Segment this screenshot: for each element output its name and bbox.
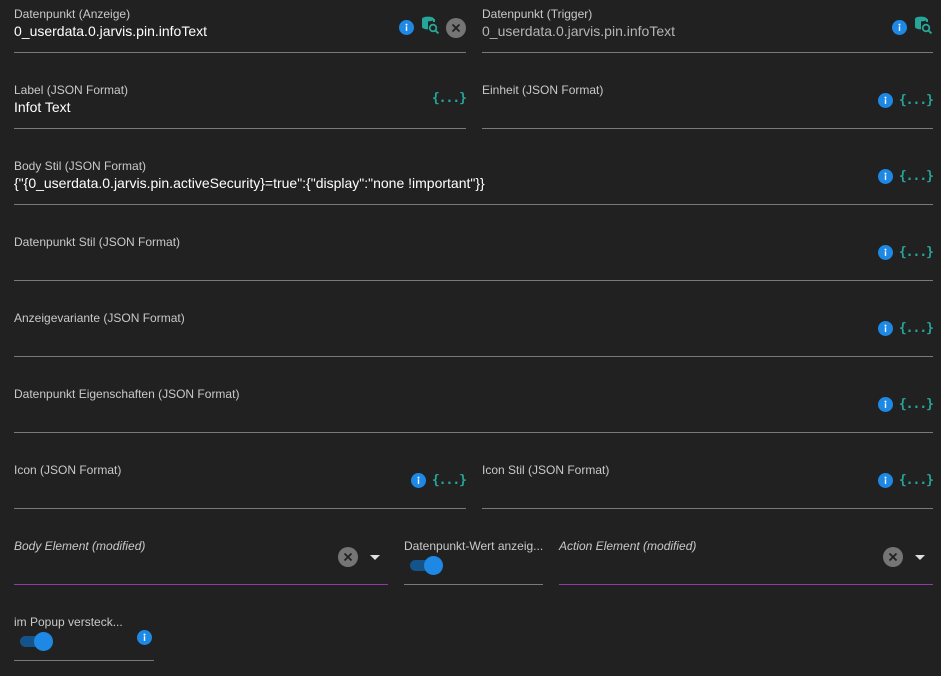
json-editor-icon[interactable]: {...} — [899, 473, 934, 488]
database-search-icon[interactable] — [913, 15, 933, 40]
icon-style-label: Icon Stil (JSON Format) — [482, 463, 610, 477]
toggle-knob — [424, 556, 443, 575]
datapoint-style-field[interactable]: Datenpunkt Stil (JSON Format) {...} — [14, 228, 934, 281]
datapoint-display-label: Datenpunkt (Anzeige) — [14, 7, 131, 21]
datapoint-trigger-label: Datenpunkt (Trigger) — [482, 7, 593, 21]
show-datapoint-value-switch-field: Datenpunkt-Wert anzeig... — [404, 532, 543, 585]
info-icon[interactable] — [877, 169, 893, 184]
datapoint-properties-label: Datenpunkt Eigenschaften (JSON Format) — [14, 387, 240, 401]
info-icon[interactable] — [410, 473, 426, 488]
caret-down-icon[interactable] — [370, 554, 380, 560]
body-element-label: Body Element (modified) — [14, 539, 146, 553]
json-editor-icon[interactable]: {...} — [432, 473, 467, 488]
label-json-field[interactable]: Label (JSON Format) Infot Text {...} — [14, 76, 467, 129]
label-json-value[interactable]: Infot Text — [14, 99, 71, 115]
datapoint-properties-field[interactable]: Datenpunkt Eigenschaften (JSON Format) {… — [14, 380, 934, 433]
body-style-value[interactable]: {"{0_userdata.0.jarvis.pin.activeSecurit… — [14, 175, 485, 191]
show-datapoint-value-toggle[interactable] — [410, 556, 443, 575]
unit-json-label: Einheit (JSON Format) — [482, 83, 604, 97]
info-icon[interactable] — [877, 473, 893, 488]
body-style-field[interactable]: Body Stil (JSON Format) {"{0_userdata.0.… — [14, 152, 934, 205]
json-editor-icon[interactable]: {...} — [899, 93, 934, 108]
json-editor-icon[interactable]: {...} — [899, 245, 934, 260]
clear-icon[interactable] — [883, 547, 903, 567]
datapoint-display-field[interactable]: Datenpunkt (Anzeige) 0_userdata.0.jarvis… — [14, 0, 466, 53]
json-editor-icon[interactable]: {...} — [899, 321, 934, 336]
label-json-label: Label (JSON Format) — [14, 83, 129, 97]
info-icon[interactable] — [892, 20, 907, 35]
unit-json-field[interactable]: Einheit (JSON Format) {...} — [482, 76, 934, 129]
body-element-select[interactable]: Body Element (modified) — [14, 532, 388, 585]
display-variant-field[interactable]: Anzeigevariante (JSON Format) {...} — [14, 304, 934, 357]
info-icon[interactable] — [877, 321, 893, 336]
icon-style-field[interactable]: Icon Stil (JSON Format) {...} — [482, 456, 934, 509]
datapoint-trigger-field[interactable]: Datenpunkt (Trigger) 0_userdata.0.jarvis… — [482, 0, 933, 53]
display-variant-label: Anzeigevariante (JSON Format) — [14, 311, 185, 325]
clear-icon[interactable] — [338, 547, 358, 567]
action-element-select[interactable]: Action Element (modified) — [559, 532, 933, 585]
hide-in-popup-switch-field: im Popup versteck... — [14, 608, 154, 661]
action-element-label: Action Element (modified) — [559, 539, 697, 553]
hide-in-popup-toggle[interactable] — [20, 632, 53, 651]
json-editor-icon[interactable]: {...} — [432, 91, 467, 106]
info-icon[interactable] — [137, 630, 152, 645]
hide-in-popup-label: im Popup versteck... — [14, 615, 123, 629]
json-editor-icon[interactable]: {...} — [899, 169, 934, 184]
clear-icon[interactable] — [446, 17, 466, 38]
json-editor-icon[interactable]: {...} — [899, 397, 934, 412]
info-icon[interactable] — [877, 93, 893, 108]
datapoint-trigger-value[interactable]: 0_userdata.0.jarvis.pin.infoText — [482, 23, 675, 39]
icon-json-field[interactable]: Icon (JSON Format) {...} — [14, 456, 467, 509]
info-icon[interactable] — [877, 397, 893, 412]
toggle-knob — [34, 632, 53, 651]
database-search-icon[interactable] — [420, 15, 440, 40]
body-style-label: Body Stil (JSON Format) — [14, 159, 147, 173]
info-icon[interactable] — [399, 20, 414, 35]
caret-down-icon[interactable] — [915, 554, 925, 560]
datapoint-style-label: Datenpunkt Stil (JSON Format) — [14, 235, 181, 249]
show-datapoint-value-label: Datenpunkt-Wert anzeig... — [404, 539, 544, 553]
datapoint-display-value[interactable]: 0_userdata.0.jarvis.pin.infoText — [14, 23, 207, 39]
icon-json-label: Icon (JSON Format) — [14, 463, 122, 477]
info-icon[interactable] — [877, 245, 893, 260]
